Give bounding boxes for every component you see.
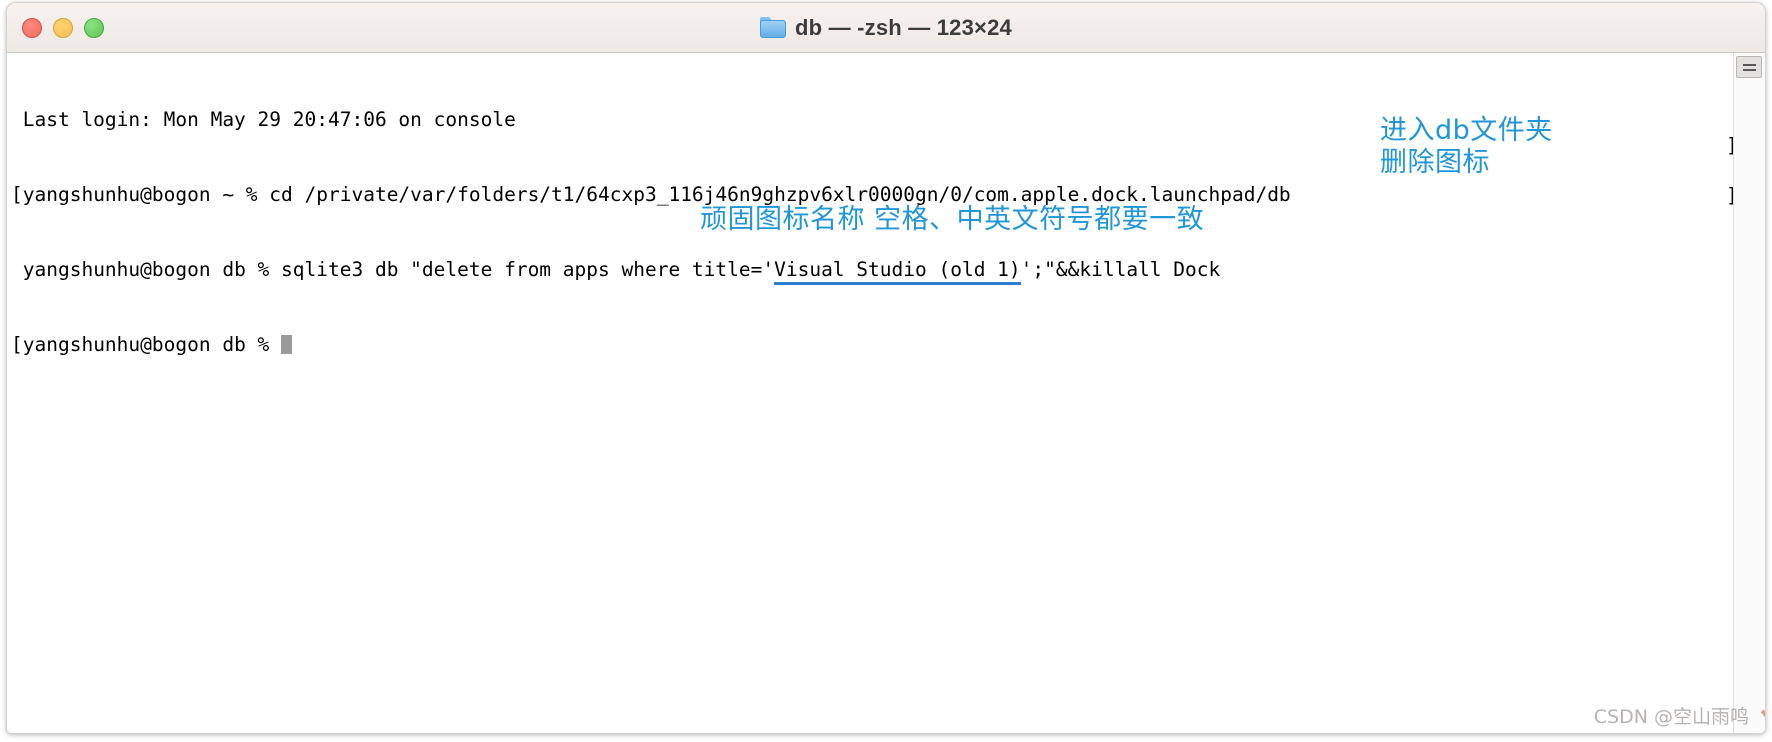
terminal-scrollbar[interactable] [1733,53,1765,733]
terminal-output: Last login: Mon May 29 20:47:06 on conso… [11,57,1732,407]
zoom-button[interactable] [84,17,104,38]
terminal-line-cd: [yangshunhu@bogon ~ % cd /private/var/fo… [11,182,1732,207]
traffic-light-group [22,17,104,38]
window-title: db — -zsh — 123×24 [795,14,1012,40]
terminal-body[interactable]: Last login: Mon May 29 20:47:06 on conso… [7,53,1765,733]
minimize-button[interactable] [53,17,73,38]
terminal-line-3-underlined-title: Visual Studio (old 1) [774,258,1021,285]
terminal-line-4-text: yangshunhu@bogon db % [22,333,282,356]
screenshot-root: db — -zsh — 123×24 Last login: Mon May 2… [0,0,1772,742]
terminal-line-2-text: yangshunhu@bogon ~ % cd /private/var/fol… [22,183,1291,206]
terminal-cursor [281,335,293,354]
terminal-window: db — -zsh — 123×24 Last login: Mon May 2… [6,2,1766,734]
folder-icon [760,17,787,38]
close-button[interactable] [22,17,42,38]
terminal-line-login: Last login: Mon May 29 20:47:06 on conso… [11,107,1732,132]
terminal-line-2-bracket: [ [11,183,23,206]
terminal-line-1-text: Last login: Mon May 29 20:47:06 on conso… [11,108,516,131]
terminal-line-3-bracket [11,258,23,281]
terminal-line-3-pre: yangshunhu@bogon db % sqlite3 db "delete… [22,258,775,281]
scroll-marker-icon[interactable] [1736,56,1762,78]
window-title-group: db — -zsh — 123×24 [7,3,1765,52]
terminal-line-prompt: [yangshunhu@bogon db % [11,332,1732,357]
terminal-line-4-bracket: [ [11,333,23,356]
terminal-line-3-post: ';"&&killall Dock [1020,258,1221,281]
window-titlebar[interactable]: db — -zsh — 123×24 [7,3,1765,53]
terminal-line-sqlite: yangshunhu@bogon db % sqlite3 db "delete… [11,257,1732,285]
